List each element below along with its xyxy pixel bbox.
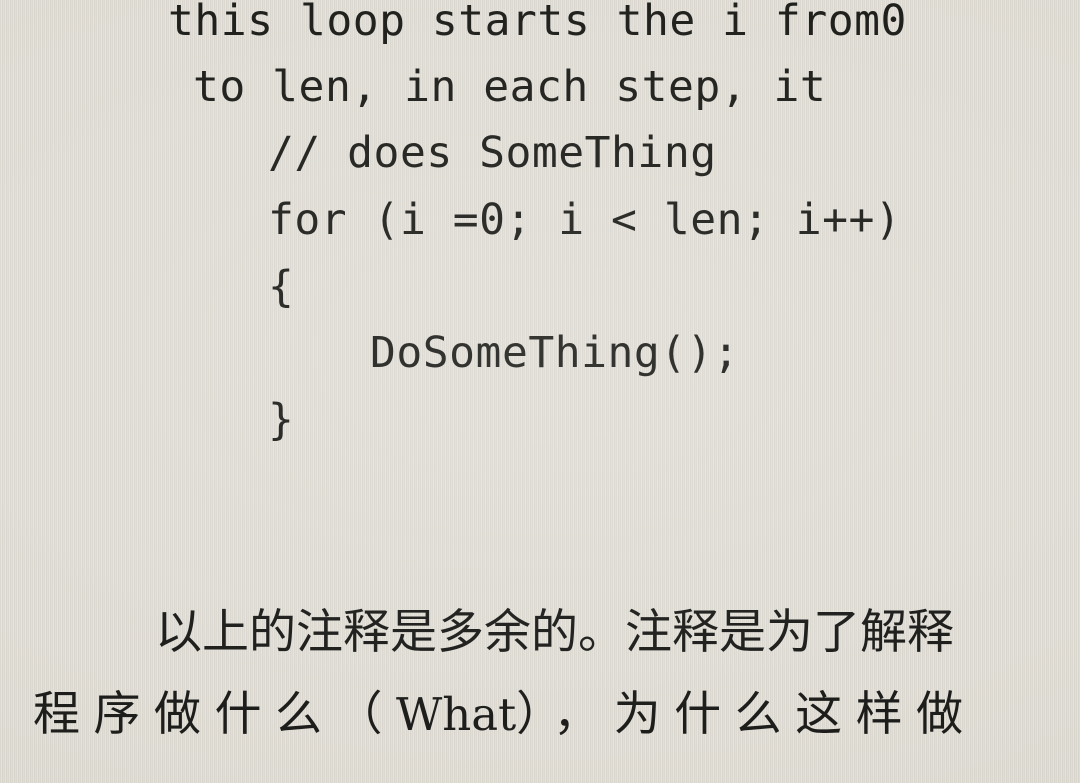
prose-line-2-segment-a: 程序做什么（ [33,687,396,742]
code-line-close-brace: } [268,395,295,445]
code-line-1: this loop starts the i from0 [168,0,907,46]
prose-line-2-latin-term: What [396,688,517,741]
code-line-2: to len, in each step, it [193,62,827,112]
code-line-comment: // does SomeThing [268,128,717,178]
scanned-book-page: this loop starts the i from0 to len, in … [0,0,1080,783]
prose-line-2: 程序做什么（What），为什么这样做 [33,674,977,756]
code-line-open-brace: { [268,262,295,312]
code-line-function-call: DoSomeThing(); [370,328,740,378]
code-line-for-statement: for (i =0; i < len; i++) [268,195,902,245]
prose-line-2-segment-b: ），为什么这样做 [516,687,977,742]
prose-line-1: 以上的注释是多余的。注释是为了解释 [155,605,954,660]
